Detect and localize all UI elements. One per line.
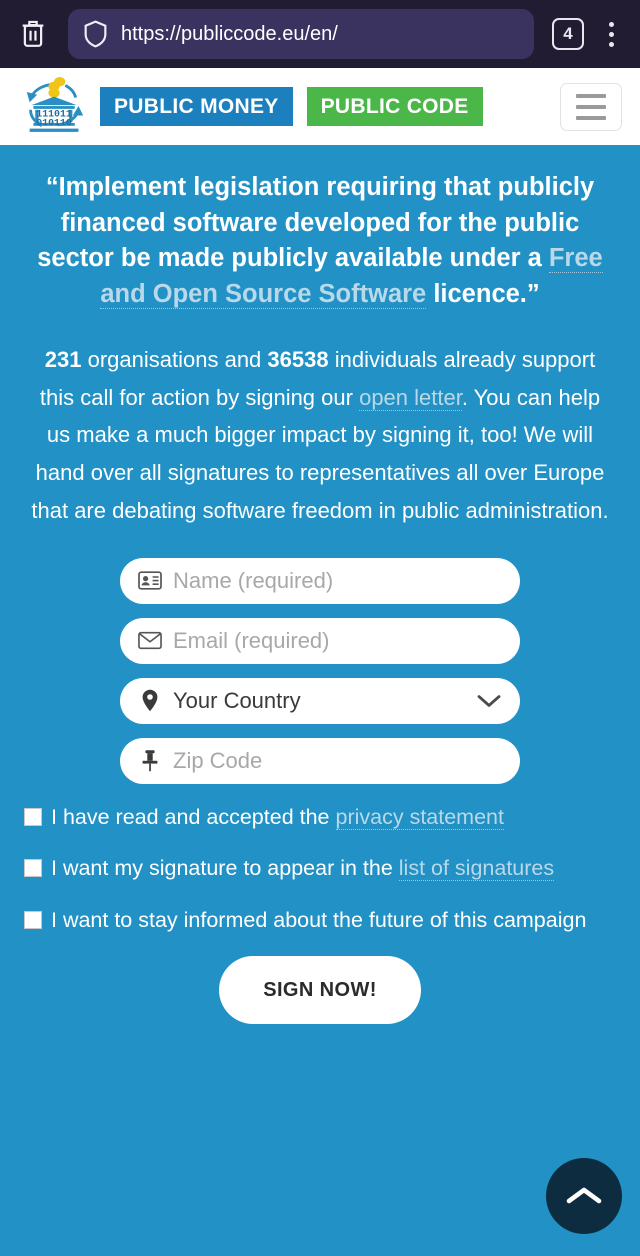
address-bar[interactable]: https://publiccode.eu/en/ [68, 9, 534, 59]
envelope-icon [138, 631, 162, 650]
scroll-to-top-button[interactable] [546, 1158, 622, 1234]
site-header: 111011 010110 PUBLIC MONEY PUBLIC CODE [0, 68, 640, 148]
intro-paragraph: 231 organisations and 36538 individuals … [14, 341, 626, 530]
shield-icon [84, 20, 107, 48]
url-text: https://publiccode.eu/en/ [121, 22, 338, 45]
close-tabs-trash-button[interactable] [10, 11, 56, 57]
chevron-down-icon[interactable] [476, 693, 502, 709]
zip-placeholder: Zip Code [173, 747, 263, 773]
organisations-count: 231 [44, 346, 82, 372]
nav-menu-button[interactable] [560, 82, 622, 131]
badge-public-code: PUBLIC CODE [306, 87, 483, 126]
id-card-icon [138, 571, 162, 591]
overflow-menu-icon [608, 31, 614, 37]
intro-after-organisations: organisations and [81, 346, 268, 372]
hamburger-icon [576, 115, 606, 120]
submit-row: SIGN NOW! [14, 956, 626, 1025]
hamburger-icon [576, 93, 606, 98]
name-field[interactable]: Name (required) [120, 557, 520, 604]
consent-checkbox-group: I have read and accepted the privacy sta… [14, 802, 626, 936]
country-selected-value: Your Country [173, 687, 301, 713]
consent-newsletter-text: I want to stay informed about the future… [51, 907, 587, 932]
tab-count-button[interactable]: 4 [552, 18, 584, 50]
svg-text:010110: 010110 [36, 117, 72, 128]
public-money-public-code-logo: 111011 010110 [26, 76, 84, 132]
country-select[interactable]: Your Country [120, 677, 520, 724]
signature-list-checkbox[interactable] [24, 859, 42, 878]
individuals-count: 36538 [267, 346, 329, 372]
consent-privacy-row[interactable]: I have read and accepted the privacy sta… [24, 802, 616, 833]
site-logo-link[interactable]: 111011 010110 [18, 76, 92, 138]
zip-field[interactable]: Zip Code [120, 737, 520, 784]
browser-toolbar: https://publiccode.eu/en/ 4 [0, 0, 640, 68]
link-list-of-signatures[interactable]: list of signatures [398, 856, 555, 882]
sign-now-button[interactable]: SIGN NOW! [219, 956, 421, 1025]
trash-icon [22, 20, 44, 47]
page-headline: “Implement legislation requiring that pu… [14, 170, 626, 313]
email-placeholder: Email (required) [173, 627, 330, 653]
pushpin-icon [138, 749, 162, 772]
signature-form: Name (required) Email (required) Your Co… [14, 557, 626, 1025]
consent-newsletter-row[interactable]: I want to stay informed about the future… [24, 905, 616, 936]
chevron-up-icon [566, 1187, 602, 1204]
headline-part-1: “Implement legislation requiring that pu… [37, 173, 595, 273]
map-pin-icon [138, 689, 162, 712]
consent-signature-list-row[interactable]: I want my signature to appear in the lis… [24, 853, 616, 884]
email-field[interactable]: Email (required) [120, 617, 520, 664]
main-content: “Implement legislation requiring that pu… [0, 148, 640, 1025]
privacy-checkbox[interactable] [24, 807, 42, 826]
consent-privacy-text: I have read and accepted the [51, 804, 336, 829]
headline-part-2: licence.” [426, 280, 540, 309]
hamburger-icon [576, 104, 606, 109]
name-placeholder: Name (required) [173, 567, 334, 593]
newsletter-checkbox[interactable] [24, 910, 42, 929]
brand-badges: PUBLIC MONEY PUBLIC CODE [100, 87, 483, 126]
consent-signature-list-text: I want my signature to appear in the [51, 856, 399, 881]
browser-overflow-menu-button[interactable] [592, 11, 630, 57]
overflow-menu-icon [608, 21, 614, 27]
link-privacy-statement[interactable]: privacy statement [335, 804, 504, 830]
badge-public-money: PUBLIC MONEY [100, 87, 293, 126]
link-open-letter[interactable]: open letter [359, 384, 462, 411]
overflow-menu-icon [608, 41, 614, 47]
